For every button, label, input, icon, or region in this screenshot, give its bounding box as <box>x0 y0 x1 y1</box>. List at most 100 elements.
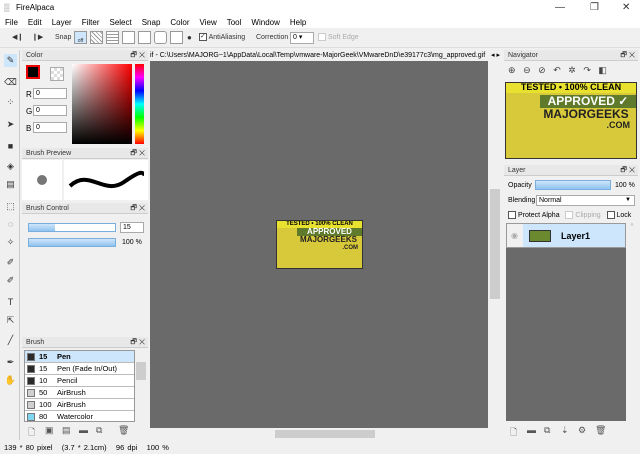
gradient-tool-icon[interactable]: ▤ <box>4 178 17 191</box>
duplicate-icon[interactable]: ⧉ <box>96 425 106 436</box>
g-input[interactable]: 0 <box>33 105 67 116</box>
clipping-checkbox[interactable] <box>565 211 574 219</box>
zoom-in-icon[interactable]: ⊕ <box>508 65 516 75</box>
move-tool-icon[interactable]: ➤ <box>4 118 17 131</box>
brush-size-input[interactable]: 15 <box>120 222 144 233</box>
select-pen-tool-icon[interactable]: ✐ <box>4 256 17 269</box>
magic-wand-tool-icon[interactable]: ✧ <box>4 236 17 249</box>
snap-crisscross-button[interactable] <box>122 31 135 44</box>
tab-scroll-arrows[interactable]: ◂ ▸ <box>487 50 500 61</box>
blending-select[interactable]: Normal ▼ <box>536 195 635 206</box>
zoom-fit-icon[interactable]: ⊘ <box>538 65 546 75</box>
menu-filter[interactable]: Filter <box>77 16 105 27</box>
zoom-out-icon[interactable]: ⊖ <box>523 65 531 75</box>
menu-layer[interactable]: Layer <box>47 16 77 27</box>
menu-tool[interactable]: Tool <box>222 16 247 27</box>
fill-rect-tool-icon[interactable]: ■ <box>4 140 17 153</box>
hand-tool-icon[interactable]: ✋ <box>4 374 17 387</box>
brush-size-slider[interactable] <box>28 223 116 232</box>
primary-color-swatch[interactable] <box>26 65 40 79</box>
snap-vanish-button[interactable] <box>138 31 151 44</box>
brush-opacity-slider[interactable] <box>28 238 116 247</box>
rotate-left-icon[interactable]: ↶ <box>553 65 561 75</box>
panel-float-close-icon[interactable]: 🗗 ✕ <box>130 50 145 61</box>
bucket-tool-icon[interactable]: ◈ <box>4 160 17 173</box>
saturation-value-picker[interactable] <box>72 64 132 144</box>
panel-float-close-icon[interactable]: 🗗 ✕ <box>130 337 145 348</box>
snap-setting-icon[interactable]: ● <box>187 32 192 44</box>
menu-color[interactable]: Color <box>165 16 194 27</box>
brush-settings-icon[interactable]: ▣ <box>45 425 55 436</box>
select-tool-icon[interactable]: ⬚ <box>4 200 17 213</box>
new-folder-icon[interactable]: ▬ <box>527 425 537 436</box>
rotate-reset-icon[interactable]: ✲ <box>568 65 576 75</box>
dot-tool-icon[interactable]: ⁘ <box>4 96 17 109</box>
hue-slider[interactable] <box>135 64 144 144</box>
folder-icon[interactable]: ▬ <box>79 425 89 436</box>
brush-item-airbrush-50[interactable]: 50 AirBrush <box>25 387 134 399</box>
panel-float-close-icon[interactable]: 🗗 ✕ <box>130 203 145 214</box>
panel-float-close-icon[interactable]: 🗗 ✕ <box>620 165 635 176</box>
minimize-button[interactable]: — <box>555 2 565 13</box>
snap-off-button[interactable]: off <box>74 31 87 44</box>
snap-circle-button[interactable] <box>154 31 167 44</box>
protect-alpha-checkbox[interactable] <box>508 211 516 219</box>
visibility-icon[interactable]: ◉ <box>511 231 518 240</box>
select-eraser-tool-icon[interactable]: ✐ <box>4 274 17 287</box>
correction-select[interactable]: 0 ▾ <box>290 32 314 44</box>
canvas-vertical-scrollbar[interactable] <box>488 61 502 428</box>
brush-item-airbrush-100[interactable]: 100 AirBrush <box>25 399 134 411</box>
flip-icon[interactable]: ◧ <box>598 65 607 75</box>
menu-help[interactable]: Help <box>285 16 311 27</box>
menu-snap[interactable]: Snap <box>137 16 166 27</box>
panel-float-close-icon[interactable]: 🗗 ✕ <box>620 50 635 61</box>
canvas-tab[interactable]: if - C:\Users\MAJORG~1\AppData\Local\Tem… <box>150 50 502 61</box>
transparent-color-swatch[interactable] <box>50 67 64 81</box>
delete-layer-icon[interactable]: 🗑 <box>595 425 606 436</box>
layer-row[interactable]: ◉ Layer1 <box>506 223 626 248</box>
new-brush-icon[interactable]: 🗋 <box>28 425 38 437</box>
b-input[interactable]: 0 <box>33 122 67 133</box>
menu-select[interactable]: Select <box>104 16 136 27</box>
menu-edit[interactable]: Edit <box>23 16 47 27</box>
snap-parallel-button[interactable] <box>90 31 103 44</box>
lasso-tool-icon[interactable]: ◌ <box>4 218 17 231</box>
lock-checkbox[interactable] <box>606 211 615 219</box>
eyedropper-tool-icon[interactable]: ✒ <box>4 356 17 369</box>
layer-list-scrollbar[interactable]: ˄ <box>627 223 637 421</box>
brush-item-pencil[interactable]: 10 Pencil <box>25 375 134 387</box>
menu-view[interactable]: View <box>195 16 222 27</box>
snap-curve-button[interactable] <box>170 31 183 44</box>
pen-tool-icon[interactable]: ✎ <box>4 54 17 67</box>
merge-layer-icon[interactable]: ⇣ <box>561 425 571 436</box>
next-icon[interactable]: ❙▶ <box>32 32 43 44</box>
maximize-button[interactable]: ❐ <box>590 2 599 13</box>
brush-item-watercolor[interactable]: 80 Watercolor <box>25 411 134 421</box>
brush-item-pen[interactable]: 15 Pen <box>25 351 134 363</box>
layer-opacity-slider[interactable] <box>535 180 611 190</box>
duplicate-layer-icon[interactable]: ⧉ <box>544 425 554 436</box>
canvas-horizontal-scrollbar[interactable] <box>150 428 488 440</box>
layer-property-icon[interactable]: ⚙ <box>578 425 588 436</box>
panel-float-close-icon[interactable]: 🗗 ✕ <box>130 148 145 159</box>
divide-tool-icon[interactable]: ╱ <box>4 334 17 347</box>
script-brush-icon[interactable]: ▤ <box>62 425 72 436</box>
eraser-tool-icon[interactable]: ⌫ <box>4 76 17 89</box>
delete-icon[interactable]: 🗑 <box>118 425 129 436</box>
rotate-right-icon[interactable]: ↷ <box>583 65 591 75</box>
navigator-preview[interactable]: TESTED • 100% CLEAN APPROVED ✓ MAJORGEEK… <box>505 82 637 159</box>
new-layer-icon[interactable]: 🗋 <box>510 425 520 437</box>
text-tool-icon[interactable]: T <box>4 296 17 309</box>
antialiasing-checkbox[interactable]: ✓ <box>199 33 207 42</box>
close-button[interactable]: ✕ <box>622 2 630 13</box>
menu-window[interactable]: Window <box>246 16 284 27</box>
r-input[interactable]: 0 <box>33 88 67 99</box>
menu-file[interactable]: File <box>0 16 23 27</box>
brush-item-pen-fade[interactable]: 15 Pen (Fade In/Out) <box>25 363 134 375</box>
prev-icon[interactable]: ◀❙ <box>12 32 23 44</box>
operation-tool-icon[interactable]: ⇱ <box>4 314 17 327</box>
brush-list-scrollbar[interactable] <box>136 350 146 422</box>
soft-edge-checkbox[interactable] <box>318 33 326 42</box>
snap-grid-button[interactable] <box>106 31 119 44</box>
canvas-area[interactable]: TESTED • 100% CLEAN APPROVED MAJORGEEKS … <box>150 61 488 428</box>
